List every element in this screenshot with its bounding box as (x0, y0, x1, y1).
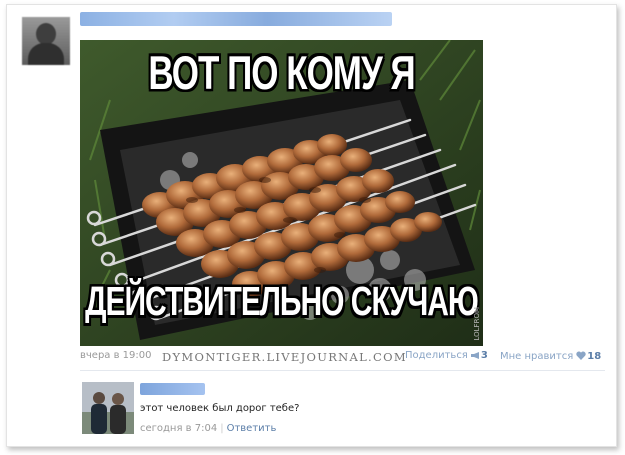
share-count: 3 (480, 350, 488, 361)
share-button[interactable]: Поделиться 3 (405, 350, 488, 366)
comment-time[interactable]: сегодня в 7:04 (140, 423, 217, 434)
like-button[interactable]: Мне нравится 18 (500, 350, 601, 366)
heart-icon (576, 351, 586, 360)
post-author-avatar[interactable] (22, 17, 70, 65)
comment-author-avatar[interactable] (82, 382, 134, 434)
comment-avatar-photo (82, 382, 134, 434)
comment-text: этот человек был дорог тебе? (140, 403, 300, 414)
comment-meta: сегодня в 7:04 | Ответить (140, 423, 276, 434)
avatar-body-shape (28, 43, 64, 65)
like-count: 18 (587, 351, 602, 362)
comment-author-name-blurred[interactable] (140, 383, 205, 395)
share-label: Поделиться (405, 350, 468, 361)
reply-link[interactable]: Ответить (227, 423, 277, 434)
avatar-head-shape (36, 23, 56, 45)
post-image[interactable]: ВОТ ПО КОМУ Я ДЕЙСТВИТЕЛЬНО СКУЧАЮ LOLFR… (80, 40, 483, 346)
site-watermark: DYMONTIGER.LIVEJOURNAL.COM (162, 350, 407, 364)
meme-bottom-caption: ДЕЙСТВИТЕЛЬНО СКУЧАЮ (85, 280, 479, 325)
meme-top-caption: ВОТ ПО КОМУ Я (148, 47, 415, 100)
post-author-name-blurred[interactable] (80, 12, 392, 26)
comment-meta-separator: | (220, 423, 224, 434)
comment-divider (80, 370, 605, 371)
post-time[interactable]: вчера в 19:00 (80, 350, 152, 366)
image-corner-mark: LOLFROM (473, 306, 481, 341)
like-label: Мне нравится (500, 351, 574, 362)
megaphone-icon (470, 351, 480, 359)
